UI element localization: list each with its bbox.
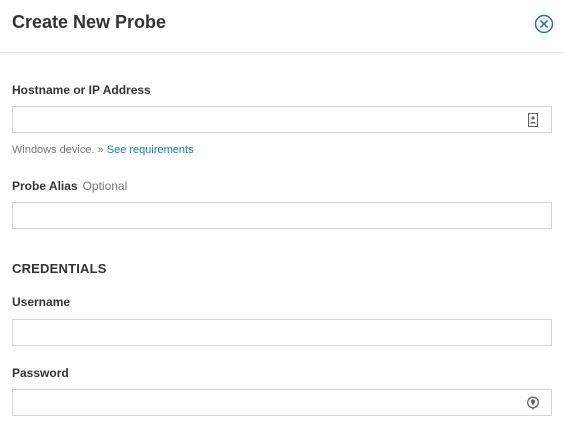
dialog-header: Create New Probe [0, 0, 564, 53]
password-field[interactable] [12, 389, 552, 416]
hostname-input[interactable] [13, 107, 551, 132]
address-book-icon[interactable] [526, 113, 540, 127]
hostname-hint: Windows device. » See requirements [12, 144, 194, 156]
see-requirements-link[interactable]: See requirements [107, 144, 194, 156]
username-input[interactable] [13, 320, 551, 345]
hint-text: Windows device. » [12, 144, 107, 156]
show-password-icon[interactable] [526, 396, 540, 410]
probe-alias-input[interactable] [13, 203, 551, 228]
hostname-field[interactable] [12, 106, 552, 133]
probe-alias-label-text: Probe Alias [12, 179, 78, 193]
username-field[interactable] [12, 319, 552, 346]
close-icon[interactable] [534, 14, 554, 34]
hostname-label: Hostname or IP Address [12, 83, 151, 97]
credentials-heading: CREDENTIALS [12, 261, 107, 276]
optional-text: Optional [82, 179, 128, 193]
password-label: Password [12, 366, 69, 380]
probe-alias-label: Probe Alias Optional [12, 179, 127, 193]
password-input[interactable] [13, 390, 551, 415]
close-button[interactable] [534, 14, 554, 34]
dialog-title: Create New Probe [12, 12, 167, 32]
username-label: Username [12, 295, 71, 309]
probe-alias-field[interactable] [12, 202, 552, 229]
